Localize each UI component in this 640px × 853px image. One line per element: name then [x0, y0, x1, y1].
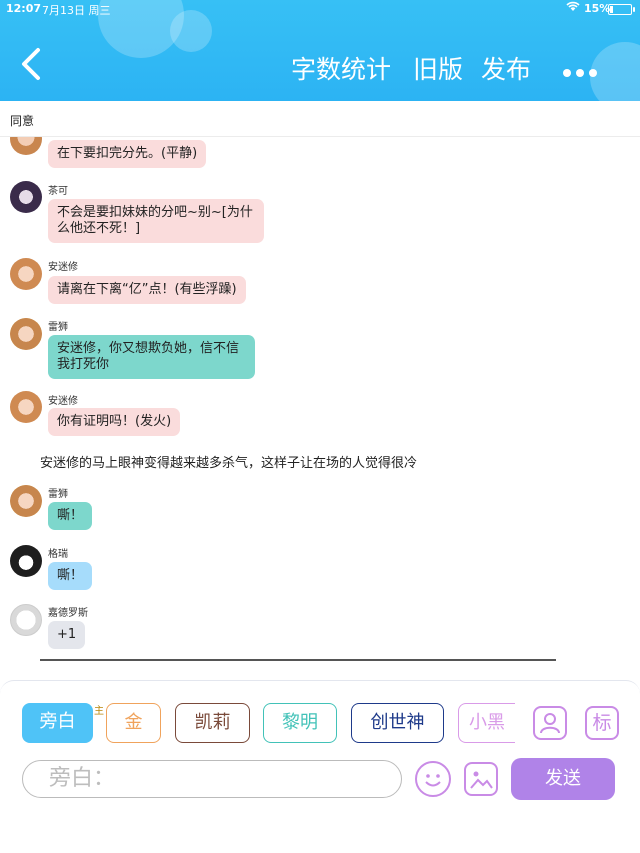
- message-bubble[interactable]: 在下要扣完分先。(平静): [48, 140, 207, 168]
- character-chip-liming[interactable]: 黎明: [263, 703, 337, 743]
- user-name: 雷狮: [48, 489, 68, 500]
- avatar[interactable]: [10, 258, 42, 290]
- emoji-button[interactable]: [415, 761, 451, 797]
- person-icon: [540, 713, 560, 734]
- user-name: 茶可: [48, 186, 68, 197]
- character-chip-narrator[interactable]: 旁白: [22, 703, 93, 743]
- message-bubble[interactable]: 请离在下离“亿”点！(有些浮躁): [48, 276, 246, 304]
- message-bubble[interactable]: +1: [48, 621, 86, 649]
- character-chip-kairi[interactable]: 凯莉: [175, 703, 250, 743]
- status-time: 12:07: [6, 2, 42, 15]
- message-bubble[interactable]: 不会是要扣妹妹的分吧~别~[为什么他还不死！]: [48, 199, 264, 243]
- user-name: 雷狮: [48, 322, 68, 333]
- message-input[interactable]: 旁白：: [22, 760, 402, 798]
- battery-icon: [608, 4, 635, 15]
- more-dots-icon: [563, 69, 597, 77]
- avatar[interactable]: [10, 545, 42, 577]
- battery-level: [610, 6, 613, 13]
- battery-percent: 15%: [584, 2, 611, 15]
- owner-badge: 主: [94, 706, 104, 717]
- user-name: 安迷修: [48, 396, 78, 407]
- image-button[interactable]: [464, 762, 498, 796]
- separator-line: [40, 659, 556, 661]
- character-chip-chuangshi[interactable]: 创世神: [351, 703, 444, 743]
- more-button[interactable]: [562, 52, 598, 85]
- old-version-button[interactable]: 旧版: [413, 50, 463, 86]
- chat-list[interactable]: 在下要扣完分先。(平静) 茶可 不会是要扣妹妹的分吧~别~[为什么他还不死！] …: [0, 137, 640, 677]
- chevron-left-icon: [22, 48, 40, 80]
- user-name: 嘉德罗斯: [48, 608, 88, 619]
- character-chip-gold[interactable]: 金: [106, 703, 161, 743]
- avatar[interactable]: [10, 604, 42, 636]
- person-button[interactable]: [533, 706, 567, 740]
- avatar[interactable]: [10, 391, 42, 423]
- narration-text[interactable]: 安迷修的马上眼神变得越来越多杀气，这样子让在场的人觉得很冷: [40, 452, 417, 471]
- agree-label[interactable]: 同意: [10, 112, 34, 129]
- user-name: 安迷修: [48, 262, 78, 273]
- image-icon: [470, 771, 493, 789]
- user-name: 格瑞: [48, 549, 68, 560]
- character-chip-xiaohei[interactable]: 小黑: [458, 703, 515, 743]
- avatar[interactable]: [10, 485, 42, 517]
- status-date: 7月13日 周三: [42, 4, 111, 17]
- back-button[interactable]: [18, 46, 50, 86]
- mark-button[interactable]: 标: [585, 706, 619, 740]
- word-count-button[interactable]: 字数统计: [291, 50, 391, 86]
- avatar[interactable]: [10, 137, 42, 155]
- wifi-icon: [566, 1, 580, 15]
- top-bar: 12:07 7月13日 周三 15% 字数统计 旧版 发布: [0, 0, 640, 101]
- message-bubble[interactable]: 安迷修，你又想欺负她，信不信我打死你: [48, 335, 255, 379]
- avatar[interactable]: [10, 318, 42, 350]
- message-bubble[interactable]: 嘶！: [48, 562, 93, 590]
- emoji-icon: [425, 774, 441, 787]
- publish-button[interactable]: 发布: [481, 50, 531, 86]
- status-bar: 12:07 7月13日 周三 15%: [0, 0, 640, 18]
- message-bubble[interactable]: 你有证明吗！(发火): [48, 408, 181, 436]
- avatar[interactable]: [10, 181, 42, 213]
- message-bubble[interactable]: 嘶！: [48, 502, 93, 530]
- send-button[interactable]: 发送: [511, 758, 615, 800]
